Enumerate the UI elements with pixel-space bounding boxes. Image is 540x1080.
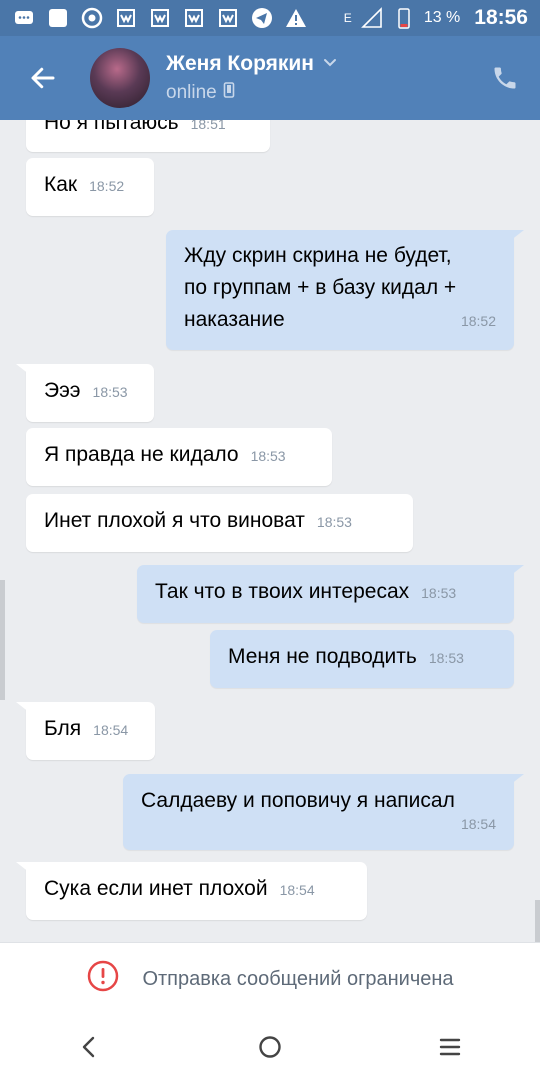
message-time: 18:54: [460, 816, 496, 832]
message-bubble-incoming[interactable]: Инет плохой я что виноват 18:53: [26, 494, 413, 552]
vk-icon: [148, 6, 172, 30]
vk-icon: [114, 6, 138, 30]
restricted-notice-text: Отправка сообщений ограничена: [142, 967, 454, 990]
status-bar: E 13 % 18:56: [0, 0, 540, 36]
message-bubble-outgoing[interactable]: Салдаеву и поповичу я написал 18:54: [123, 774, 524, 850]
system-indicators: E 13 % 18:56: [344, 6, 528, 30]
vk-icon: [216, 6, 240, 30]
message-text: Бля: [44, 717, 82, 740]
message-time: 18:53: [92, 384, 128, 400]
message-time: 18:53: [421, 585, 457, 601]
contact-title[interactable]: Женя Корякин online: [166, 52, 470, 104]
message-text-line: наказание: [184, 308, 285, 331]
avatar[interactable]: [90, 48, 150, 108]
message-bubble-incoming[interactable]: Я правда не кидало 18:53: [26, 428, 332, 486]
nav-back-button[interactable]: [60, 1017, 120, 1077]
scrollbar[interactable]: [535, 900, 540, 942]
message-bubble-outgoing[interactable]: Жду скрин скрина не будет, по группам + …: [166, 230, 524, 350]
phone-icon: [494, 67, 516, 89]
message-time: 18:53: [250, 448, 286, 464]
battery-icon: [392, 6, 416, 30]
message-text: Как: [44, 173, 78, 196]
message-text: Меня не подводить: [228, 645, 417, 668]
telegram-icon: [250, 6, 274, 30]
notification-icons: [12, 6, 308, 30]
message-text: Так что в твоих интересах: [155, 580, 410, 603]
chat-header: Женя Корякин online: [0, 36, 540, 120]
message-time: 18:53: [428, 650, 464, 666]
message-text: Инет плохой я что виноват: [44, 509, 305, 532]
message-time: 18:51: [190, 120, 226, 132]
battery-percent: 13 %: [423, 9, 461, 26]
home-circle-icon: [259, 1036, 281, 1058]
message-time: 18:53: [316, 514, 352, 530]
nav-menu-button[interactable]: [420, 1017, 480, 1077]
message-text: Салдаеву и поповичу я написал: [141, 789, 455, 812]
contact-name: Женя Корякин: [166, 52, 314, 75]
message-text: Эээ: [44, 379, 81, 402]
message-text: Но я пытаюсь: [44, 120, 179, 134]
signal-icon: [360, 6, 384, 30]
arrow-left-icon: [31, 67, 55, 89]
warning-circle-icon: [86, 959, 120, 999]
message-time: 18:52: [89, 178, 125, 194]
menu-icon: [439, 1038, 461, 1056]
message-time: 18:54: [93, 722, 129, 738]
mobile-device-icon: [223, 82, 235, 104]
message-bubble-incoming[interactable]: Эээ 18:53: [16, 364, 154, 422]
message-list[interactable]: Но я пытаюсь 18:51 Как 18:52 Жду скрин скр…: [0, 120, 540, 942]
vk-icon: [182, 6, 206, 30]
chevron-left-icon: [82, 1036, 95, 1058]
nav-home-button[interactable]: [240, 1017, 300, 1077]
message-time: 18:52: [460, 313, 496, 329]
message-bubble-incoming[interactable]: Но я пытаюсь 18:51: [26, 120, 270, 152]
clock: 18:56: [474, 6, 528, 29]
message-icon: [46, 6, 70, 30]
warning-icon: [284, 6, 308, 30]
messaging-restricted-bar: Отправка сообщений ограничена: [0, 942, 540, 1015]
chevron-down-icon: [322, 54, 338, 75]
chat-icon: [12, 6, 36, 30]
message-text: Я правда не кидало: [44, 443, 239, 466]
message-bubble-incoming[interactable]: Сука если инет плохой 18:54: [16, 862, 367, 920]
message-bubble-incoming[interactable]: Бля 18:54: [16, 702, 155, 760]
navigation-bar: [0, 1014, 540, 1080]
message-bubble-outgoing[interactable]: Так что в твоих интересах 18:53: [137, 565, 524, 623]
message-time: 18:54: [279, 882, 315, 898]
message-text: Сука если инет плохой: [44, 877, 268, 900]
call-button[interactable]: [470, 36, 540, 120]
network-type-label: E: [343, 11, 352, 25]
message-bubble-incoming[interactable]: Как 18:52: [26, 158, 154, 216]
message-bubble-outgoing[interactable]: Меня не подводить 18:53: [210, 630, 514, 688]
online-status: online: [166, 82, 217, 103]
message-text-line: по группам + в базу кидал +: [184, 276, 457, 299]
message-text-line: Жду скрин скрина не будет,: [184, 244, 452, 267]
scrollbar[interactable]: [0, 580, 5, 700]
back-button[interactable]: [0, 36, 86, 120]
chrome-icon: [80, 6, 104, 30]
